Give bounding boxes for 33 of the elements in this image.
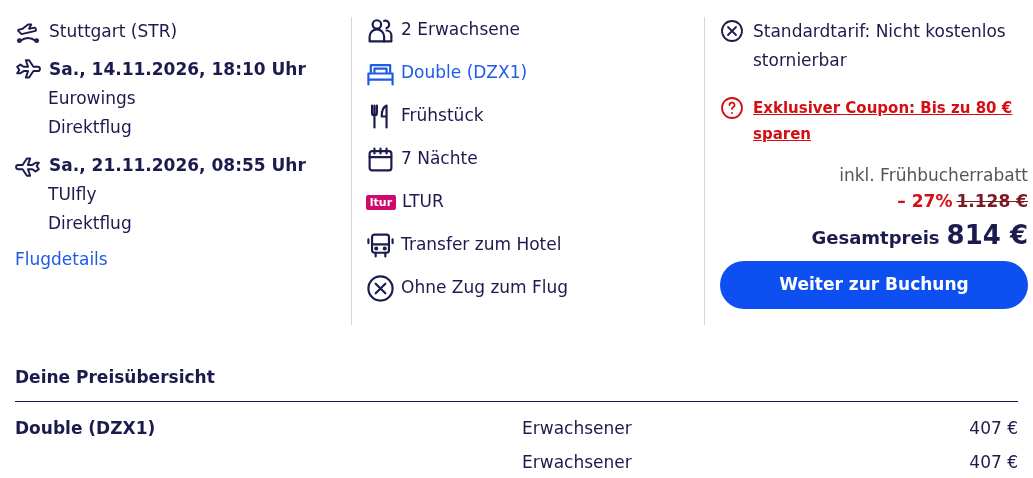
price-value: 407 € bbox=[969, 451, 1018, 474]
discount-note: inkl. Frühbucherrabatt bbox=[839, 164, 1028, 187]
total-price: 814 € bbox=[946, 219, 1028, 252]
total-label: Gesamtpreis bbox=[811, 226, 940, 250]
flight-type: Direktflug bbox=[47, 116, 132, 139]
booking-button[interactable]: Weiter zur Buchung bbox=[720, 261, 1028, 309]
room-link[interactable]: Double (DZX1) bbox=[401, 60, 528, 86]
price-value: 407 € bbox=[969, 416, 1018, 440]
discount-percent: – 27% bbox=[897, 189, 953, 213]
feature-label: Ohne Zug zum Flug bbox=[401, 276, 569, 300]
question-circle-icon bbox=[720, 96, 744, 120]
feature-label: LTUR bbox=[402, 190, 444, 214]
flight-date: Sa., 14.11.2026, 18:10 Uhr bbox=[49, 57, 306, 81]
feature-label: 7 Nächte bbox=[401, 147, 478, 171]
old-price: 1.128 € bbox=[956, 189, 1028, 213]
airline-name: TUIfly bbox=[47, 183, 98, 206]
tariff-note: Standardtarif: Nicht kostenlos stornierbar bbox=[753, 20, 1007, 72]
feature-label: Frühstück bbox=[401, 104, 484, 128]
section-title: Deine Preisübersicht bbox=[15, 365, 1018, 402]
cross-circle-icon bbox=[720, 19, 744, 43]
flight-details-link[interactable]: Flugdetails bbox=[15, 247, 108, 273]
room-name: Double (DZX1) bbox=[15, 416, 157, 440]
flight-type: Direktflug bbox=[47, 212, 132, 235]
flight-date: Sa., 21.11.2026, 08:55 Uhr bbox=[49, 153, 306, 177]
airline-name: Eurowings bbox=[47, 87, 137, 110]
coupon-link[interactable]: Exklusiver Coupon: Bis zu 80 € sparen bbox=[753, 95, 1028, 147]
traveler-type: Erwachsener bbox=[522, 451, 633, 474]
ltur-logo: ltur bbox=[366, 194, 396, 210]
traveler-type: Erwachsener bbox=[522, 416, 633, 440]
departure-airport: Stuttgart (STR) bbox=[49, 19, 178, 43]
feature-label: Transfer zum Hotel bbox=[401, 233, 562, 257]
cross-circle-icon bbox=[366, 273, 395, 303]
feature-label: 2 Erwachsene bbox=[401, 18, 520, 42]
